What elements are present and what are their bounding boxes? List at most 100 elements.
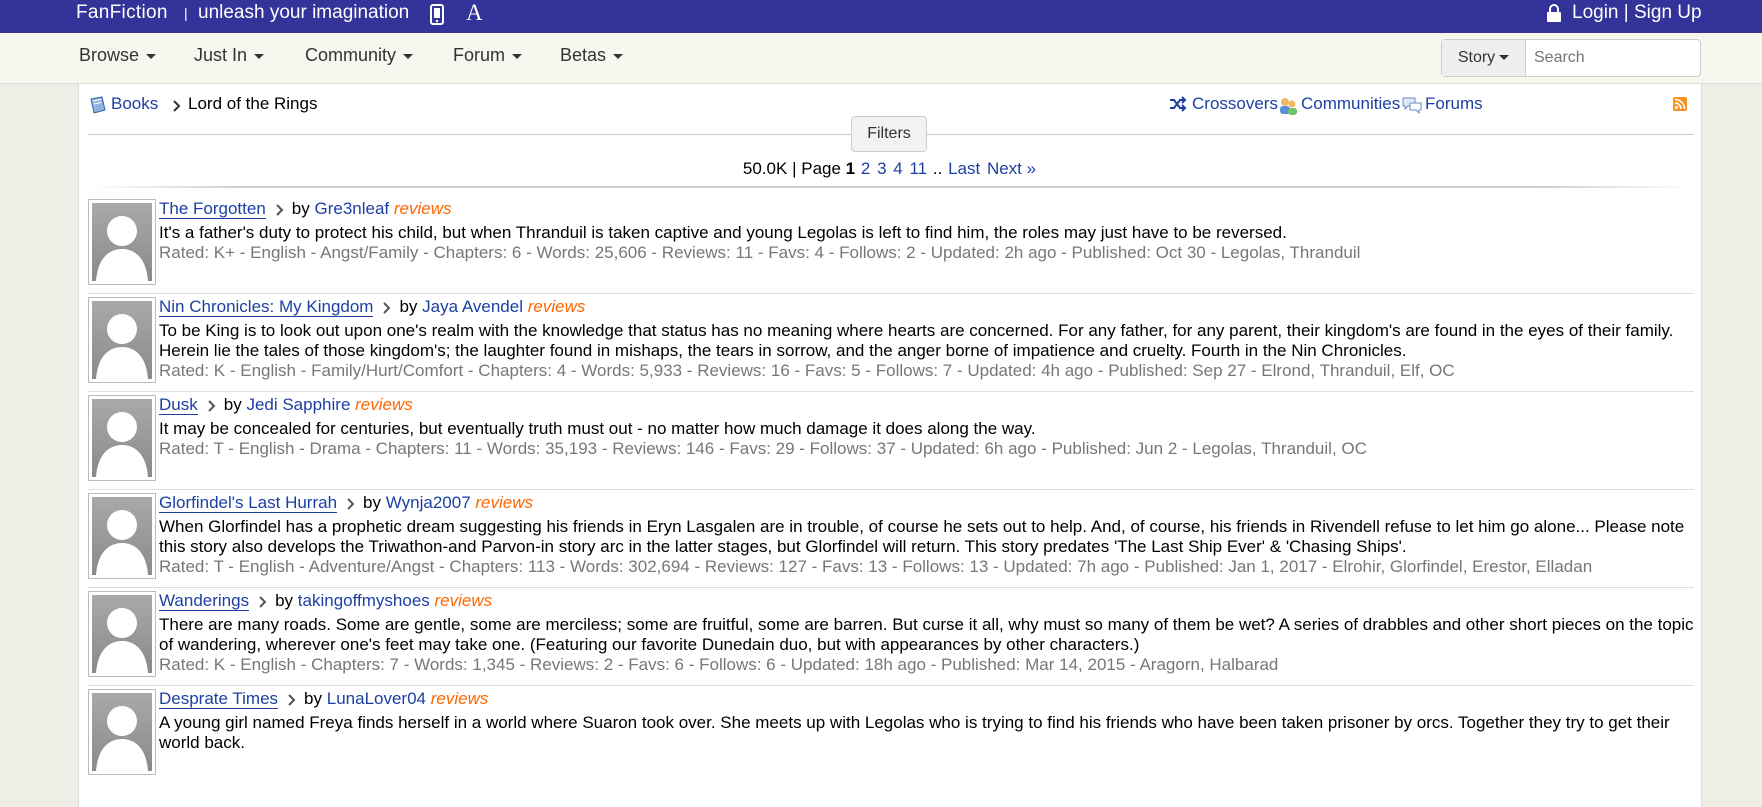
story-summary: When Glorfindel has a prophetic dream su… (159, 517, 1685, 556)
reviews-link[interactable]: reviews (431, 689, 489, 708)
story-item: Wanderings by takingoffmyshoes reviews Th… (88, 591, 1694, 686)
chevron-right-icon[interactable] (259, 595, 267, 608)
menu-forum-label: Forum (453, 45, 506, 65)
menu-betas-label: Betas (560, 45, 607, 65)
story-count: 50.0K (742, 159, 788, 178)
default-avatar-icon (96, 706, 148, 771)
search-type-dropdown[interactable]: Story (1442, 40, 1526, 76)
menu-just-in[interactable]: Just In (194, 45, 265, 66)
reviews-link[interactable]: reviews (355, 395, 413, 414)
reviews-link[interactable]: reviews (528, 297, 586, 316)
font-size-icon[interactable]: A (466, 0, 483, 26)
story-header: The Forgotten by Gre3nleaf reviews (159, 199, 452, 219)
page-link[interactable]: 4 (893, 159, 902, 178)
login-signup-link[interactable]: Login | Sign Up (1572, 2, 1702, 24)
rss-icon[interactable] (1673, 97, 1687, 111)
story-item: The Forgotten by Gre3nleaf reviews It's a… (88, 199, 1694, 294)
top-bar: FanFiction | unleash your imagination A … (0, 0, 1762, 33)
menu-browse-label: Browse (79, 45, 140, 65)
story-cover-image[interactable] (88, 689, 156, 775)
by-label: by (399, 297, 418, 316)
author-link[interactable]: LunaLover04 (327, 689, 426, 708)
site-logo-link[interactable]: FanFiction (76, 2, 168, 24)
menu-community[interactable]: Community (305, 45, 414, 66)
story-summary: A young girl named Freya finds herself i… (159, 713, 1670, 752)
story-cover-image[interactable] (88, 493, 156, 579)
menu-forum[interactable]: Forum (453, 45, 523, 66)
site-tagline: unleash your imagination (198, 2, 410, 23)
menu-community-label: Community (305, 45, 397, 65)
shuffle-icon (1170, 96, 1187, 112)
crossovers-link[interactable]: Crossovers (1192, 94, 1278, 114)
chevron-right-icon[interactable] (276, 203, 284, 216)
story-cover-image[interactable] (88, 297, 156, 383)
reviews-link[interactable]: reviews (394, 199, 452, 218)
author-link[interactable]: takingoffmyshoes (298, 591, 430, 610)
story-title-link[interactable]: Desprate Times (159, 689, 279, 709)
page-link[interactable]: 11 (909, 159, 927, 178)
story-item: Dusk by Jedi Sapphire reviews It may be c… (88, 395, 1694, 490)
reviews-link[interactable]: reviews (435, 591, 493, 610)
story-item: Glorfindel's Last Hurrah by Wynja2007 rev… (88, 493, 1694, 588)
story-meta: Rated: T - English - Drama - Chapters: 1… (159, 439, 1367, 458)
author-link[interactable]: Gre3nleaf (314, 199, 389, 218)
page-label: | Page (792, 159, 841, 178)
story-item: Desprate Times by LunaLover04 reviews A y… (88, 689, 1694, 807)
story-summary: There are many roads. Some are gentle, s… (159, 615, 1694, 654)
author-link[interactable]: Wynja2007 (386, 493, 471, 512)
author-link[interactable]: Jedi Sapphire (246, 395, 350, 414)
forums-link[interactable]: Forums (1425, 94, 1483, 114)
chevron-right-icon[interactable] (288, 693, 296, 706)
story-title-link[interactable]: Glorfindel's Last Hurrah (159, 493, 338, 513)
page-link[interactable]: 2 (861, 159, 870, 178)
story-meta: Rated: T - English - Adventure/Angst - C… (159, 557, 1593, 576)
default-avatar-icon (96, 608, 148, 673)
breadcrumb-current: Lord of the Rings (188, 94, 318, 113)
communities-link[interactable]: Communities (1301, 94, 1400, 114)
story-title-link[interactable]: Dusk (159, 395, 198, 415)
story-cover-image[interactable] (88, 591, 156, 677)
lock-icon (1547, 4, 1561, 22)
caret-down-icon (403, 53, 414, 59)
caret-down-icon (613, 53, 624, 59)
breadcrumb-books-link[interactable]: Books (111, 94, 158, 114)
chevron-right-icon[interactable] (347, 497, 355, 510)
story-meta: Rated: K+ - English - Angst/Family - Cha… (159, 243, 1361, 262)
chevron-right-icon[interactable] (208, 399, 216, 412)
story-meta: Rated: K - English - Family/Hurt/Comfort… (159, 361, 1455, 380)
search-group: Story (1441, 39, 1701, 77)
story-item: Nin Chronicles: My Kingdom by Jaya Avende… (88, 297, 1694, 392)
page-link[interactable]: 3 (877, 159, 886, 178)
caret-down-icon (512, 53, 523, 59)
caret-down-icon (146, 53, 157, 59)
menu-browse[interactable]: Browse (79, 45, 157, 66)
story-header: Dusk by Jedi Sapphire reviews (159, 395, 413, 415)
chevron-right-icon[interactable] (383, 301, 391, 314)
divider (88, 186, 1694, 188)
story-header: Wanderings by takingoffmyshoes reviews (159, 591, 492, 611)
by-label: by (275, 591, 294, 610)
next-page-link[interactable]: Next » (987, 159, 1036, 178)
story-title-link[interactable]: The Forgotten (159, 199, 266, 219)
default-avatar-icon (96, 412, 148, 477)
story-title-link[interactable]: Nin Chronicles: My Kingdom (159, 297, 374, 317)
story-cover-image[interactable] (88, 199, 156, 285)
reviews-link[interactable]: reviews (475, 493, 533, 512)
story-title-link[interactable]: Wanderings (159, 591, 250, 611)
search-input[interactable] (1532, 44, 1696, 72)
story-summary: It may be concealed for centuries, but e… (159, 419, 1036, 438)
filters-button[interactable]: Filters (851, 116, 927, 152)
author-link[interactable]: Jaya Avendel (422, 297, 523, 316)
mobile-icon[interactable] (430, 4, 444, 25)
story-header: Glorfindel's Last Hurrah by Wynja2007 rev… (159, 493, 533, 513)
current-page: 1 (845, 159, 856, 178)
story-summary: To be King is to look out upon one's rea… (159, 321, 1674, 360)
story-cover-image[interactable] (88, 395, 156, 481)
story-header: Desprate Times by LunaLover04 reviews (159, 689, 488, 709)
default-avatar-icon (96, 510, 148, 575)
last-page-link[interactable]: Last (948, 159, 980, 178)
menu-betas[interactable]: Betas (560, 45, 624, 66)
by-label: by (223, 395, 242, 414)
caret-down-icon (254, 53, 265, 59)
search-type-label: Story (1457, 49, 1496, 66)
